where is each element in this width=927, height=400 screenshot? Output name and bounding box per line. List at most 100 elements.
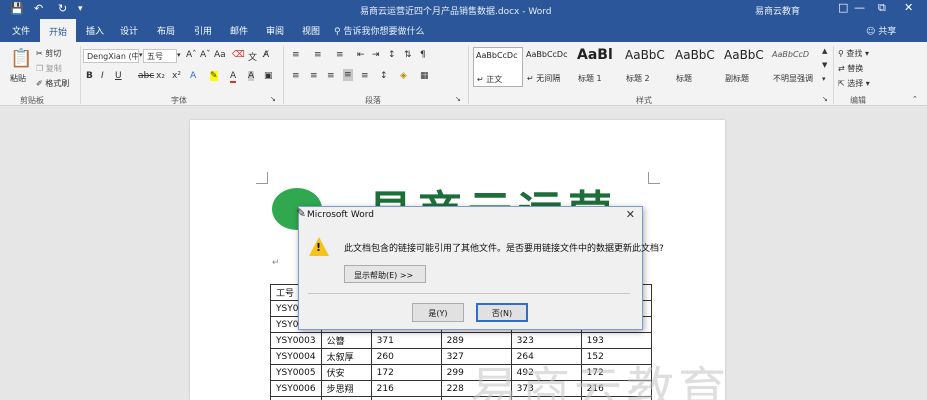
tab-layout[interactable]: 布局 [157,24,175,37]
table-cell[interactable]: 公簪 [320,332,372,349]
style-heading-1[interactable]: AaBl 标题 1 [575,47,625,87]
tab-mailings[interactable]: 邮件 [230,24,248,37]
style-subtitle[interactable]: AaBbC 副标题 [722,47,772,87]
enclose-characters-icon[interactable]: A̸ [263,50,269,60]
table-cell[interactable]: 伏安 [320,364,372,381]
italic-icon[interactable]: I [101,71,104,81]
tab-references[interactable]: 引用 [194,24,212,37]
table-cell[interactable]: 步思翔 [320,380,372,397]
table-cell[interactable]: YSY0006 [270,380,322,397]
style-subtle-emphasis[interactable]: AaBbCcD 不明显强调 [770,47,822,87]
table-cell[interactable]: YSY0003 [270,332,322,349]
select-button[interactable]: ⇱ 选择 ▾ [838,78,870,89]
table-cell[interactable]: 193 [580,332,652,349]
superscript-icon[interactable]: x² [172,71,181,81]
redo-icon[interactable]: ↻ [58,2,67,15]
tell-me-box[interactable]: ⚲ 告诉我你想要做什么 [334,24,424,37]
format-painter-button[interactable]: ✐ 格式刷 [36,78,69,89]
table-cell[interactable]: 松艺 [320,396,372,400]
more-styles-icon[interactable]: ▾ [822,75,826,83]
table-cell[interactable]: 216 [370,380,442,397]
highlight-color-icon[interactable]: ✎ [210,71,218,81]
style-title[interactable]: AaBbC 标题 [673,47,723,87]
tab-design[interactable]: 设计 [120,24,138,37]
close-window-icon[interactable]: ✕ [904,1,913,14]
customize-quick-access-icon[interactable]: ▾ [78,4,83,14]
tab-view[interactable]: 视图 [302,24,320,37]
paste-icon[interactable]: 📋 [10,48,32,69]
decrease-indent-icon[interactable]: ⇤ [357,50,365,60]
no-button[interactable]: 否(N) [476,303,528,322]
close-icon[interactable]: ✕ [626,208,635,221]
style-no-spacing[interactable]: AaBbCcDc ↵ 无间隔 [524,47,574,87]
save-icon[interactable]: 💾 [10,2,24,15]
distributed-icon[interactable]: ≡ [361,71,369,81]
multilevel-list-icon[interactable]: ≡ [336,50,344,60]
borders-icon[interactable]: ▦ [420,71,429,81]
justify-icon[interactable]: ≡ [343,69,353,81]
line-spacing-icon[interactable]: ↕ [380,71,388,81]
subscript-icon[interactable]: x₂ [156,71,165,81]
show-help-button[interactable]: 显示帮助(E) >> [344,265,426,283]
style-heading-2[interactable]: AaBbC 标题 2 [623,47,673,87]
grow-font-icon[interactable]: Aˆ [186,50,197,60]
yes-button[interactable]: 是(Y) [412,303,464,322]
numbering-icon[interactable]: ≡ [314,50,322,60]
find-button[interactable]: ⚲ 查找 ▾ [838,48,869,59]
style-normal[interactable]: AaBbCcDc ↵ 正文 [473,47,523,87]
bold-icon[interactable]: B [86,71,93,81]
table-cell[interactable]: 太叙厚 [320,348,372,365]
account-name[interactable]: 易商云教育 [755,4,800,17]
table-cell[interactable]: 172 [370,364,442,381]
table-cell[interactable]: 371 [370,332,442,349]
center-icon[interactable]: ≡ [310,71,318,81]
underline-icon[interactable]: U [115,71,122,81]
chevron-down-icon[interactable]: ▾ [139,51,143,59]
align-left-icon[interactable]: ≡ [292,71,300,81]
scroll-up-icon[interactable]: ▲ [822,47,827,55]
tab-insert[interactable]: 插入 [86,24,104,37]
table-cell[interactable]: 260 [370,348,442,365]
share-button[interactable]: ☺ 共享 [866,24,896,37]
tab-review[interactable]: 审阅 [266,24,284,37]
align-right-icon[interactable]: ≡ [327,71,335,81]
cut-button[interactable]: ✂ 剪切 [36,48,61,59]
strikethrough-icon[interactable]: abc [138,71,154,81]
text-effects-icon[interactable]: A [190,71,196,81]
chevron-down-icon[interactable]: ▾ [177,51,181,59]
chinese-layout-icon[interactable]: ↕ [388,50,396,60]
tab-file[interactable]: 文件 [12,24,30,37]
tab-home[interactable]: 开始 [40,19,77,42]
table-cell[interactable]: 289 [440,332,512,349]
dialog-launcher-icon[interactable]: ↘ [455,95,461,103]
table-cell[interactable]: 394 [370,396,442,400]
restore-icon[interactable]: ⧉ [878,1,886,15]
dialog-launcher-icon[interactable]: ↘ [270,95,276,103]
bullets-icon[interactable]: ≡ [292,50,300,60]
phonetic-guide-icon[interactable]: 文 [248,50,257,63]
increase-indent-icon[interactable]: ⇥ [372,50,380,60]
paste-button[interactable]: 粘贴 [10,73,26,84]
shading-icon[interactable]: ◈ [400,71,407,81]
ribbon-display-icon[interactable]: □ [838,1,848,14]
dialog-launcher-icon[interactable]: ↘ [822,95,828,103]
table-cell[interactable]: YSY0005 [270,364,322,381]
character-border-icon[interactable]: ▣ [264,71,273,81]
font-size-select[interactable]: 五号 [143,49,177,63]
font-color-icon[interactable]: A [230,71,237,83]
minimize-icon[interactable]: — [854,1,865,14]
sort-icon[interactable]: ⇅ [404,50,412,60]
table-cell[interactable]: YSY0007 [270,396,322,400]
table-cell[interactable]: YSY0004 [270,348,322,365]
table-cell[interactable]: 323 [510,332,582,349]
change-case-icon[interactable]: Aa [214,50,226,60]
show-marks-icon[interactable]: ¶ [420,50,426,60]
replace-button[interactable]: ⇄ 替换 [838,63,863,74]
undo-icon[interactable]: ↶ [34,2,43,15]
clear-formatting-icon[interactable]: ⌫ [232,50,245,60]
scroll-down-icon[interactable]: ▼ [822,61,827,69]
collapse-ribbon-icon[interactable]: ⌃ [912,95,918,103]
font-family-select[interactable]: DengXian (中 [83,49,139,63]
copy-button[interactable]: ❐ 复制 [36,63,62,74]
character-shading-icon[interactable]: A [248,71,255,81]
